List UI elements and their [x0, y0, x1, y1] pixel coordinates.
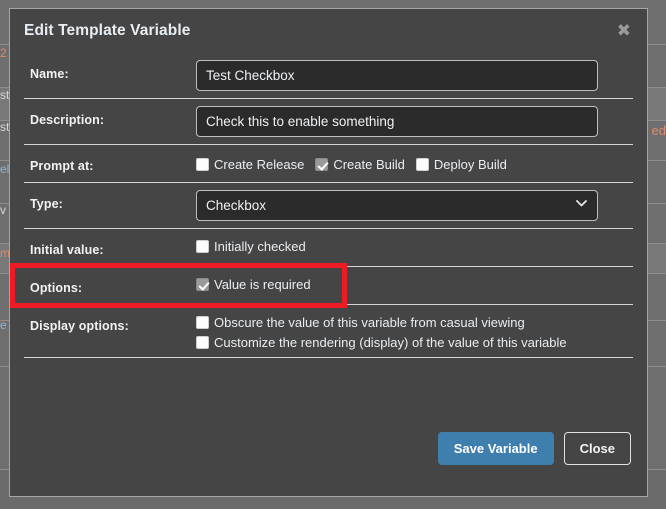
- checkbox-box[interactable]: [415, 158, 429, 171]
- close-icon[interactable]: ✖: [617, 23, 631, 40]
- backdrop-text-fragment: st: [0, 88, 10, 102]
- backdrop-text-fragment: v: [0, 203, 6, 217]
- name-field-wrap: [196, 60, 633, 91]
- type-select[interactable]: Checkbox: [196, 190, 598, 221]
- checkbox-label: Obscure the value of this variable from …: [214, 315, 525, 330]
- checkbox-box[interactable]: [196, 278, 209, 291]
- type-field-wrap: Checkbox: [196, 190, 633, 221]
- checkbox-deploy-build[interactable]: Deploy Build: [415, 157, 507, 172]
- form-row-name: Name:: [24, 53, 633, 99]
- checkbox-value-is-required[interactable]: Value is required: [196, 277, 633, 292]
- prompt-at-checkbox-group: Create Release Create Build Deploy Build: [196, 152, 633, 172]
- checkbox-create-build[interactable]: Create Build: [315, 157, 405, 172]
- checkbox-box[interactable]: [315, 158, 329, 171]
- checkbox-box[interactable]: [196, 316, 209, 329]
- close-button[interactable]: Close: [563, 431, 631, 465]
- form-row-initial-value: Initial value: Initially checked: [24, 229, 633, 267]
- form-row-description: Description:: [24, 99, 633, 145]
- initial-value-label: Initial value:: [30, 243, 104, 257]
- checkbox-label: Value is required: [214, 277, 311, 292]
- dialog-footer: Save Variable Close: [10, 400, 647, 496]
- checkbox-create-release[interactable]: Create Release: [196, 157, 304, 172]
- type-label: Type:: [30, 197, 63, 211]
- backdrop-text-fragment: 2: [0, 46, 7, 60]
- checkbox-customize-rendering[interactable]: Customize the rendering (display) of the…: [196, 335, 633, 350]
- checkbox-label: Initially checked: [214, 239, 306, 254]
- checkbox-initially-checked[interactable]: Initially checked: [196, 239, 633, 254]
- backdrop-text-fragment: st: [0, 120, 10, 134]
- backdrop-text-fragment: el: [0, 162, 10, 176]
- form-row-type: Type: Checkbox: [24, 183, 633, 229]
- checkbox-obscure-value[interactable]: Obscure the value of this variable from …: [196, 315, 633, 330]
- options-label: Options:: [30, 281, 83, 295]
- checkbox-box[interactable]: [196, 240, 209, 253]
- display-options-field-wrap: Obscure the value of this variable from …: [196, 312, 633, 350]
- checkbox-label: Create Release: [214, 157, 305, 172]
- form-row-display-options: Display options: Obscure the value of th…: [24, 305, 633, 358]
- edit-template-variable-dialog: Edit Template Variable ✖ Name: Descripti…: [9, 8, 648, 497]
- checkbox-label: Deploy Build: [433, 157, 507, 172]
- checkbox-label: Customize the rendering (display) of the…: [214, 335, 567, 350]
- prompt-at-field-wrap: Create Release Create Build Deploy Build: [196, 152, 633, 172]
- prompt-at-label: Prompt at:: [30, 159, 94, 173]
- description-label: Description:: [30, 113, 105, 127]
- checkbox-box[interactable]: [196, 158, 209, 171]
- form-row-prompt-at: Prompt at: Create Release Create Build D…: [24, 145, 633, 183]
- checkbox-box[interactable]: [196, 336, 209, 349]
- name-label: Name:: [30, 67, 69, 81]
- backdrop-text-fragment: e: [0, 318, 7, 332]
- initial-value-field-wrap: Initially checked: [196, 236, 633, 254]
- form-row-options: Options: Value is required: [24, 267, 633, 305]
- dialog-header: Edit Template Variable ✖: [10, 9, 647, 53]
- initial-value-checkbox-group: Initially checked: [196, 236, 633, 254]
- display-options-checkbox-group: Obscure the value of this variable from …: [196, 312, 633, 350]
- checkbox-label: Create Build: [333, 157, 405, 172]
- type-select-wrap: Checkbox: [196, 190, 598, 221]
- save-variable-button[interactable]: Save Variable: [437, 431, 554, 465]
- display-options-label: Display options:: [30, 319, 129, 333]
- dialog-title: Edit Template Variable: [24, 22, 191, 39]
- name-input[interactable]: [196, 60, 598, 91]
- backdrop-text-fragment: ed: [651, 123, 666, 138]
- dialog-body: Name: Description: Prompt at: Create Rel…: [10, 53, 647, 400]
- options-field-wrap: Value is required: [196, 274, 633, 292]
- description-input[interactable]: [196, 106, 598, 137]
- options-checkbox-group: Value is required: [196, 274, 633, 292]
- description-field-wrap: [196, 106, 633, 137]
